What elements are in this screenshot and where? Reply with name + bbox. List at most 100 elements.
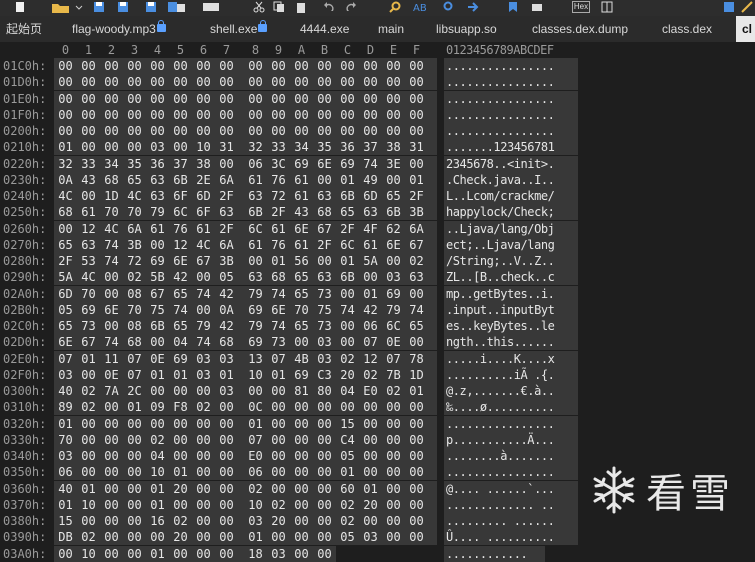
hex-byte[interactable]: 89 — [54, 399, 77, 415]
hex-byte[interactable]: 04 — [146, 448, 169, 464]
hex-byte[interactable]: 02 — [123, 269, 146, 285]
hex-byte[interactable]: 33 — [267, 139, 290, 155]
hex-byte[interactable]: 00 — [77, 464, 100, 480]
hex-byte[interactable]: 65 — [405, 318, 428, 334]
hex-byte[interactable]: 79 — [244, 286, 267, 302]
hex-byte[interactable]: 00 — [192, 58, 215, 74]
hex-byte[interactable]: 79 — [192, 318, 215, 334]
hex-byte[interactable]: 00 — [100, 286, 123, 302]
hex-byte[interactable]: 7B — [382, 367, 405, 383]
hex-byte[interactable]: 69 — [290, 156, 313, 172]
hex-byte[interactable]: 06 — [244, 156, 267, 172]
hex-byte[interactable]: 67 — [405, 237, 428, 253]
hex-byte[interactable]: 76 — [169, 221, 192, 237]
hex-byte[interactable]: 00 — [192, 481, 215, 497]
hex-byte[interactable]: 05 — [215, 269, 238, 285]
hex-byte[interactable]: 02 — [77, 383, 100, 399]
hex-byte[interactable]: 65 — [382, 188, 405, 204]
hex-byte[interactable]: 00 — [100, 416, 123, 432]
hex-byte[interactable]: 03 — [359, 529, 382, 545]
hex-byte[interactable]: 00 — [313, 497, 336, 513]
hex-byte[interactable]: 00 — [169, 58, 192, 74]
hex-byte[interactable]: 0C — [244, 399, 267, 415]
hex-byte[interactable]: 00 — [382, 399, 405, 415]
hex-byte[interactable]: C3 — [313, 367, 336, 383]
hex-byte[interactable]: 00 — [123, 432, 146, 448]
hex-byte[interactable]: 10 — [192, 139, 215, 155]
hex-mode-icon[interactable]: Hex — [570, 1, 592, 13]
hex-byte[interactable]: 65 — [290, 269, 313, 285]
ascii-text[interactable]: es..keyBytes..le — [446, 318, 576, 334]
hex-byte[interactable]: 6E — [100, 302, 123, 318]
hex-byte[interactable]: 00 — [100, 546, 123, 562]
ascii-text[interactable]: .......123456781 — [446, 139, 576, 155]
hex-byte[interactable]: 10 — [77, 546, 100, 562]
tab-classes-dex-dump[interactable]: classes.dex.dump — [532, 16, 628, 42]
hex-byte[interactable]: 42 — [215, 318, 238, 334]
hex-byte[interactable]: 00 — [215, 107, 238, 123]
hex-byte[interactable]: 00 — [267, 464, 290, 480]
find-icon[interactable] — [388, 1, 402, 13]
hex-byte[interactable]: 00 — [405, 513, 428, 529]
hex-byte[interactable]: 00 — [359, 513, 382, 529]
hex-byte[interactable]: 00 — [215, 416, 238, 432]
hex-byte[interactable]: 74 — [405, 302, 428, 318]
hex-byte[interactable]: 00 — [359, 416, 382, 432]
hex-byte[interactable]: 20 — [169, 529, 192, 545]
hex-byte[interactable]: 70 — [290, 302, 313, 318]
hex-byte[interactable]: 00 — [267, 107, 290, 123]
hex-byte[interactable]: 74 — [100, 237, 123, 253]
hex-byte[interactable]: 60 — [336, 481, 359, 497]
hex-byte[interactable]: 00 — [146, 123, 169, 139]
hex-byte[interactable]: 00 — [192, 123, 215, 139]
hex-byte[interactable]: 40 — [54, 383, 77, 399]
hex-byte[interactable]: 00 — [192, 529, 215, 545]
hex-byte[interactable]: 00 — [382, 448, 405, 464]
hex-byte[interactable]: 00 — [192, 416, 215, 432]
hex-byte[interactable]: 00 — [336, 286, 359, 302]
hex-byte[interactable]: 00 — [244, 123, 267, 139]
hex-byte[interactable]: 00 — [290, 334, 313, 350]
hex-byte[interactable]: 2F — [405, 188, 428, 204]
hex-byte[interactable]: 00 — [382, 416, 405, 432]
hex-byte[interactable]: 00 — [192, 107, 215, 123]
hex-byte[interactable]: 20 — [359, 497, 382, 513]
redo-icon[interactable] — [344, 1, 358, 13]
hex-byte[interactable]: 74 — [100, 334, 123, 350]
hex-byte[interactable]: 04 — [169, 334, 192, 350]
hex-byte[interactable]: 67 — [146, 286, 169, 302]
ascii-text[interactable]: ................ — [446, 123, 576, 139]
tab-class-dex[interactable]: class.dex — [662, 16, 712, 42]
hex-byte[interactable]: 00 — [405, 58, 428, 74]
hex-byte[interactable]: 00 — [54, 123, 77, 139]
hex-byte[interactable]: 3B — [123, 237, 146, 253]
hex-byte[interactable]: 37 — [359, 139, 382, 155]
hex-byte[interactable]: 00 — [123, 416, 146, 432]
ascii-text[interactable]: ZL..[B..check..c — [446, 269, 576, 285]
hex-byte[interactable]: 00 — [290, 497, 313, 513]
hex-byte[interactable]: 00 — [100, 74, 123, 90]
tab-flag-woody[interactable]: flag-woody.mp3 — [72, 16, 166, 42]
hex-byte[interactable]: 00 — [169, 448, 192, 464]
hex-byte[interactable]: 69 — [290, 367, 313, 383]
hex-byte[interactable]: 00 — [382, 107, 405, 123]
hex-byte[interactable]: 00 — [215, 74, 238, 90]
hex-byte[interactable]: 31 — [405, 139, 428, 155]
hex-byte[interactable]: 00 — [192, 269, 215, 285]
hex-byte[interactable]: 00 — [215, 497, 238, 513]
hex-byte[interactable]: 4B — [290, 351, 313, 367]
hex-byte[interactable]: 69 — [244, 334, 267, 350]
hex-byte[interactable]: 00 — [405, 464, 428, 480]
save-all-icon[interactable] — [116, 1, 130, 13]
hex-byte[interactable]: 5A — [54, 269, 77, 285]
hex-byte[interactable]: 01 — [267, 367, 290, 383]
tab-main[interactable]: main — [378, 16, 404, 42]
hex-byte[interactable]: 00 — [192, 464, 215, 480]
hex-byte[interactable]: 03 — [313, 351, 336, 367]
hex-byte[interactable]: 06 — [244, 464, 267, 480]
hex-byte[interactable]: 38 — [192, 156, 215, 172]
hex-byte[interactable]: 03 — [215, 351, 238, 367]
cut-icon[interactable] — [252, 1, 266, 13]
hex-byte[interactable]: 00 — [77, 58, 100, 74]
hex-byte[interactable]: 5B — [146, 269, 169, 285]
